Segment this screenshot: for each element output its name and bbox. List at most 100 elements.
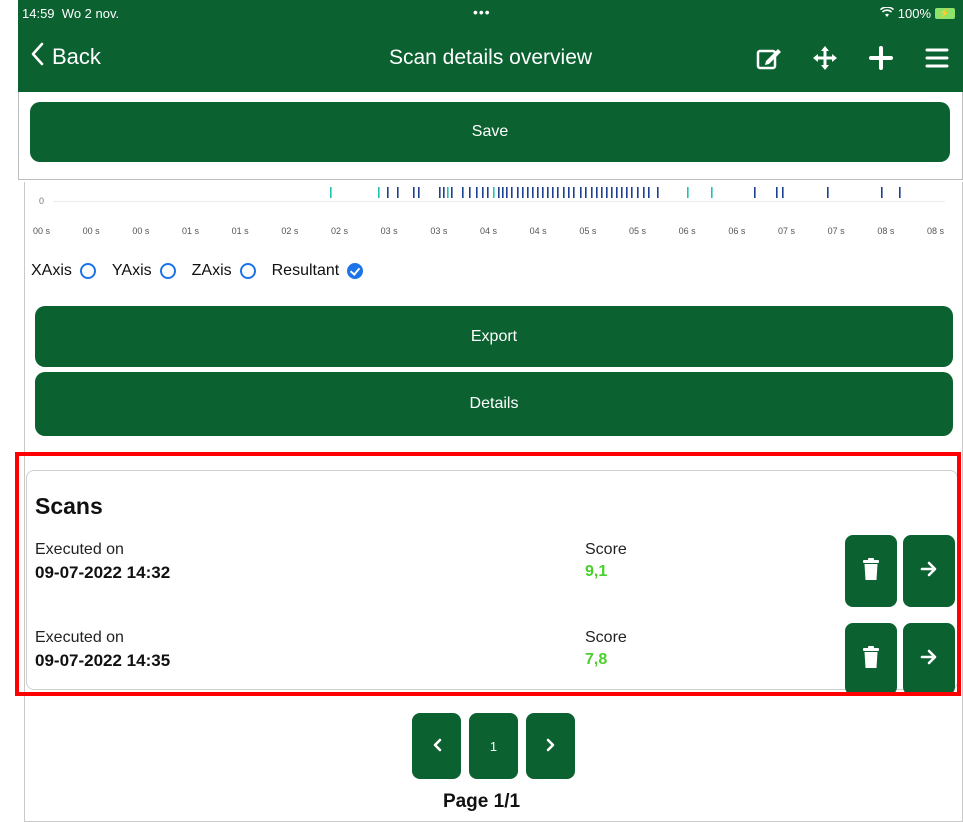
x-tick-label: 04 s xyxy=(480,226,498,236)
signal-mark xyxy=(378,187,380,198)
x-tick-label: 08 s xyxy=(927,226,945,236)
signal-mark xyxy=(596,187,598,198)
pagination: 1 xyxy=(412,713,575,779)
arrow-right-icon xyxy=(920,648,938,671)
signal-mark xyxy=(418,187,420,198)
signal-mark xyxy=(557,187,559,198)
signal-mark xyxy=(643,187,645,198)
export-button[interactable]: Export xyxy=(35,306,953,367)
signal-mark xyxy=(881,187,883,198)
executed-label: Executed on xyxy=(35,629,124,646)
signal-mark xyxy=(413,187,415,198)
signal-mark xyxy=(754,187,756,198)
details-button[interactable]: Details xyxy=(35,372,953,436)
prev-page-button[interactable] xyxy=(412,713,461,779)
nav-bar: Back Scan details overview xyxy=(18,38,963,82)
x-tick-label: 08 s xyxy=(877,226,895,236)
axis-option-label: YAxis xyxy=(111,262,152,279)
scan-score: 9,1 xyxy=(585,563,608,580)
signal-mark xyxy=(397,187,399,198)
x-tick-label: 05 s xyxy=(579,226,597,236)
signal-mark xyxy=(487,187,489,198)
status-date: Wo 2 nov. xyxy=(61,6,120,21)
x-tick-label: 06 s xyxy=(728,226,746,236)
axis-option-resultant[interactable]: Resultant xyxy=(272,262,364,280)
axis-option-y[interactable]: YAxis xyxy=(112,262,176,280)
signal-mark xyxy=(573,187,575,198)
signal-mark xyxy=(899,187,901,198)
signal-mark xyxy=(482,187,484,198)
signal-mark xyxy=(476,187,478,198)
status-bar: 14:59 Wo 2 nov. ••• 100% ⚡ xyxy=(18,0,963,28)
axis-option-label: XAxis xyxy=(31,262,72,279)
x-tick-label: 07 s xyxy=(827,226,845,236)
battery-percent: 100% xyxy=(897,6,931,21)
top-bar: 14:59 Wo 2 nov. ••• 100% ⚡ Back Scan det… xyxy=(18,0,963,92)
signal-mark xyxy=(782,187,784,198)
signal-mark xyxy=(511,187,513,198)
signal-mark xyxy=(330,187,332,198)
arrow-right-icon xyxy=(920,560,938,583)
signal-mark xyxy=(621,187,623,198)
axis-option-x[interactable]: XAxis xyxy=(31,262,96,280)
signal-mark xyxy=(493,187,495,198)
x-tick-label: 06 s xyxy=(678,226,696,236)
chart-baseline xyxy=(53,201,945,202)
trash-icon xyxy=(863,557,879,585)
scan-date: 09-07-2022 14:32 xyxy=(35,563,171,582)
radio-unchecked-icon[interactable] xyxy=(159,263,176,279)
x-tick-label: 01 s xyxy=(182,226,200,236)
signal-mark xyxy=(631,187,633,198)
signal-mark xyxy=(447,187,449,198)
chevron-right-icon xyxy=(546,738,556,755)
status-time: 14:59 xyxy=(22,6,55,21)
open-scan-button[interactable] xyxy=(903,623,955,695)
signal-mark xyxy=(611,187,613,198)
scan-row: Executed on 09-07-2022 14:35 Score 7,8 xyxy=(27,623,957,705)
move-icon[interactable] xyxy=(811,42,839,74)
delete-scan-button[interactable] xyxy=(845,535,897,607)
radio-checked-icon[interactable] xyxy=(347,263,364,279)
chart-bars xyxy=(330,187,901,198)
x-tick-label: 07 s xyxy=(778,226,796,236)
page-indicator: Page 1/1 xyxy=(442,791,521,812)
multitask-dots[interactable]: ••• xyxy=(473,4,491,20)
axis-option-label: Resultant xyxy=(271,262,340,279)
x-tick-label: 00 s xyxy=(82,226,100,236)
signal-chart: 0 00 s 00 s 00 s 01 s 01 s 02 s 02 s 03 s 03 s 04… xyxy=(33,184,945,244)
signal-mark xyxy=(443,187,445,198)
signal-mark xyxy=(648,187,650,198)
score-label: Score xyxy=(585,541,627,558)
trash-icon xyxy=(863,645,879,673)
axis-option-z[interactable]: ZAxis xyxy=(192,262,256,280)
signal-mark xyxy=(616,187,618,198)
axis-selector: XAxis YAxis ZAxis Resultant xyxy=(31,262,371,280)
save-button[interactable]: Save xyxy=(30,102,950,162)
signal-mark xyxy=(591,187,593,198)
signal-mark xyxy=(552,187,554,198)
signal-mark xyxy=(532,187,534,198)
page-number-button[interactable]: 1 xyxy=(469,713,518,779)
signal-mark xyxy=(580,187,582,198)
scans-section: Scans Executed on 09-07-2022 14:32 Score… xyxy=(26,470,958,695)
delete-scan-button[interactable] xyxy=(845,623,897,695)
signal-mark xyxy=(451,187,453,198)
x-axis-ticks: 00 s 00 s 00 s 01 s 01 s 02 s 02 s 03 s 03 s 04 s… xyxy=(33,226,945,240)
battery-charging-icon: ⚡ xyxy=(935,8,955,19)
x-tick-label: 01 s xyxy=(231,226,249,236)
plus-icon[interactable] xyxy=(867,42,895,74)
edit-icon[interactable] xyxy=(755,42,783,74)
x-tick-label: 00 s xyxy=(33,226,51,236)
open-scan-button[interactable] xyxy=(903,535,955,607)
radio-unchecked-icon[interactable] xyxy=(239,263,256,279)
signal-mark xyxy=(439,187,441,198)
next-page-button[interactable] xyxy=(526,713,575,779)
signal-mark xyxy=(657,187,659,198)
axis-option-label: ZAxis xyxy=(191,262,232,279)
menu-icon[interactable] xyxy=(923,42,951,74)
radio-unchecked-icon[interactable] xyxy=(79,263,96,279)
signal-mark xyxy=(387,187,389,198)
executed-label: Executed on xyxy=(35,541,124,558)
signal-mark xyxy=(462,187,464,198)
save-panel: Save xyxy=(18,92,963,180)
